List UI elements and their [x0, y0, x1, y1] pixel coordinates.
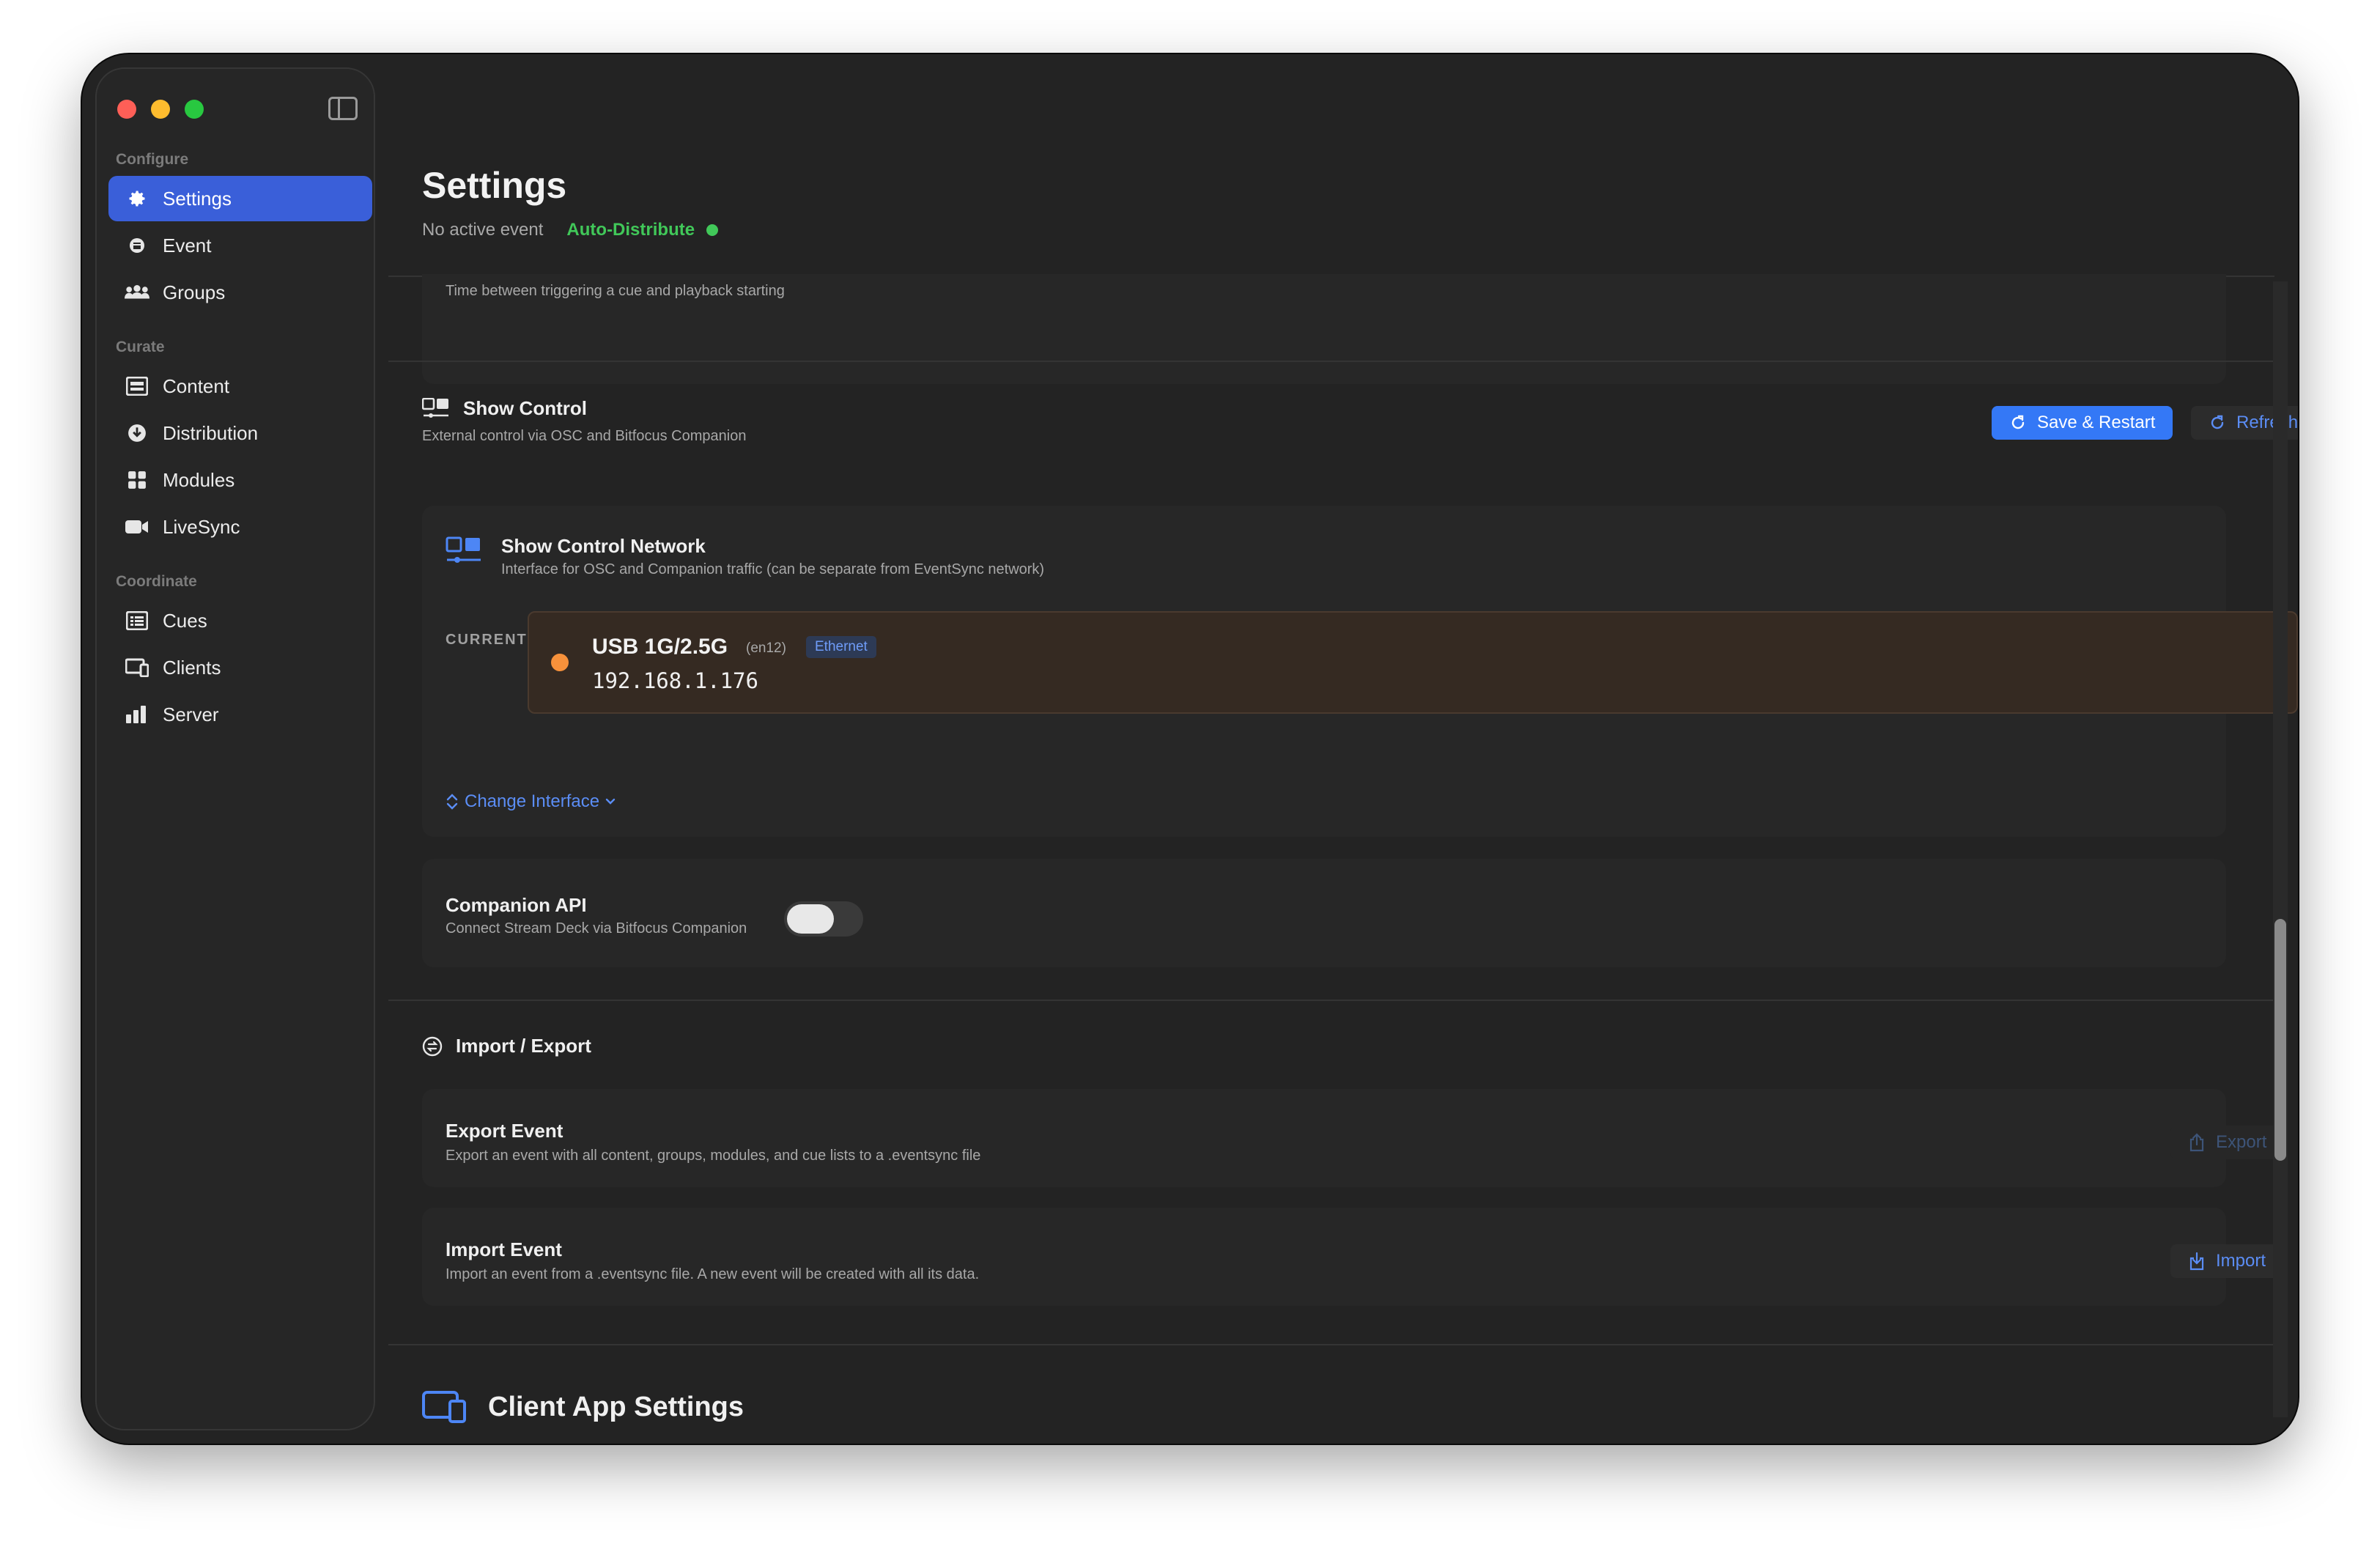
sidebar-item-label: Groups: [163, 281, 226, 303]
import-event-card: Import Event Import an event from a .eve…: [422, 1208, 2226, 1306]
network-panel-icon: [422, 397, 450, 420]
devices-icon: [422, 1391, 466, 1423]
refresh-label: Refresh: [2236, 413, 2298, 432]
sidebar-toggle-icon[interactable]: [328, 97, 358, 120]
current-interface-card: USB 1G/2.5G (en12) Ethernet 192.168.1.17…: [528, 611, 2298, 714]
page-subtitle: No active event Auto-Distribute: [422, 220, 719, 240]
sidebar-item-clients[interactable]: Clients: [108, 645, 372, 690]
bar-chart-icon: [125, 703, 149, 725]
interface-ip: 192.168.1.176: [592, 668, 758, 693]
change-interface-button[interactable]: Change Interface: [446, 791, 616, 812]
companion-api-card: Companion API Connect Stream Deck via Bi…: [422, 859, 2226, 967]
auto-distribute-status: Auto-Distribute: [566, 220, 695, 240]
scrollbar-track[interactable]: [2273, 281, 2288, 1417]
status-dot-icon: [706, 224, 719, 236]
zoom-window-button[interactable]: [185, 100, 204, 119]
sidebar-item-groups[interactable]: Groups: [108, 270, 372, 315]
save-restart-button[interactable]: Save & Restart: [1992, 406, 2173, 440]
sidebar-item-modules[interactable]: Modules: [108, 457, 372, 503]
interface-device: (en12): [746, 640, 786, 656]
sidebar-item-label: Clients: [163, 656, 221, 679]
scrollbar-thumb[interactable]: [2274, 919, 2286, 1161]
video-camera-icon: [125, 516, 149, 538]
arrows-circle-icon: [422, 1036, 443, 1057]
change-interface-label: Change Interface: [465, 791, 600, 811]
close-window-button[interactable]: [117, 100, 136, 119]
active-event-status: No active event: [422, 220, 544, 240]
calendar-icon: [125, 234, 149, 256]
sidebar-item-label: Content: [163, 374, 230, 397]
download-circle-icon: [125, 422, 149, 444]
interface-status-dot-icon: [551, 654, 569, 671]
show-control-heading: Show Control: [422, 397, 587, 420]
section-divider: [388, 1000, 2274, 1001]
gear-icon: [125, 188, 149, 210]
toggle-knob: [787, 904, 834, 934]
export-description: Export an event with all content, groups…: [446, 1148, 981, 1164]
sidebar-item-label: Cues: [163, 609, 207, 632]
sidebar-item-label: Distribution: [163, 421, 259, 444]
export-title: Export Event: [446, 1120, 563, 1142]
sidebar-section-curate: Curate: [116, 339, 165, 355]
sidebar-item-label: Settings: [163, 187, 232, 210]
section-divider: [388, 361, 2274, 362]
sidebar-item-livesync[interactable]: LiveSync: [108, 504, 372, 550]
restart-icon: [2009, 414, 2027, 432]
sidebar-item-distribution[interactable]: Distribution: [108, 410, 372, 456]
network-icon: [446, 535, 482, 571]
export-event-card: Export Event Export an event with all co…: [422, 1089, 2226, 1187]
client-app-heading: Client App Settings: [422, 1391, 744, 1423]
sidebar-item-cues[interactable]: Cues: [108, 598, 372, 643]
sidebar-item-server[interactable]: Server: [108, 692, 372, 737]
chevron-down-icon: [605, 798, 616, 805]
import-button[interactable]: Import: [2170, 1244, 2284, 1278]
sidebar: Configure Settings Event Groups Curate C: [95, 67, 375, 1430]
sidebar-section-coordinate: Coordinate: [116, 573, 197, 590]
import-label: Import: [2216, 1251, 2266, 1271]
import-icon: [2188, 1252, 2206, 1271]
main-content: Settings No active event Auto-Distribute…: [388, 54, 2298, 1444]
network-description: Interface for OSC and Companion traffic …: [501, 561, 1045, 577]
minimize-window-button[interactable]: [151, 100, 170, 119]
network-title: Show Control Network: [501, 535, 706, 557]
import-export-heading: Import / Export: [422, 1035, 591, 1057]
share-icon: [2188, 1133, 2206, 1152]
sidebar-item-label: Server: [163, 703, 219, 725]
interface-name: USB 1G/2.5G: [592, 635, 728, 659]
companion-api-toggle[interactable]: [784, 901, 863, 937]
sidebar-section-configure: Configure: [116, 151, 189, 168]
companion-title: Companion API: [446, 894, 587, 916]
list-icon: [125, 610, 149, 632]
interface-type-badge: Ethernet: [806, 636, 876, 658]
page-title: Settings: [422, 165, 567, 206]
window-controls: [117, 100, 204, 119]
devices-icon: [125, 657, 149, 679]
save-restart-label: Save & Restart: [2037, 413, 2156, 432]
sidebar-item-settings[interactable]: Settings: [108, 176, 372, 221]
sidebar-item-content[interactable]: Content: [108, 363, 372, 409]
import-export-title: Import / Export: [456, 1035, 591, 1057]
app-window: Configure Settings Event Groups Curate C: [82, 54, 2298, 1444]
grid-icon: [125, 469, 149, 491]
export-label: Export: [2216, 1132, 2267, 1152]
import-title: Import Event: [446, 1238, 562, 1260]
client-app-title: Client App Settings: [488, 1391, 744, 1422]
show-control-description: External control via OSC and Bitfocus Co…: [422, 428, 747, 444]
playback-delay-description: Time between triggering a cue and playba…: [446, 283, 785, 299]
companion-description: Connect Stream Deck via Bitfocus Compani…: [446, 920, 747, 937]
sidebar-item-label: Event: [163, 234, 212, 256]
chevron-up-down-icon: [446, 792, 459, 811]
sidebar-item-event[interactable]: Event: [108, 223, 372, 268]
refresh-icon: [2209, 414, 2226, 432]
sidebar-item-label: LiveSync: [163, 515, 240, 538]
export-button[interactable]: Export: [2170, 1126, 2285, 1159]
show-control-title: Show Control: [463, 397, 587, 419]
film-icon: [125, 375, 149, 397]
import-description: Import an event from a .eventsync file. …: [446, 1266, 980, 1282]
people-group-icon: [125, 281, 149, 303]
sidebar-item-label: Modules: [163, 468, 235, 491]
current-label: CURRENT: [446, 632, 528, 648]
section-divider: [388, 1344, 2274, 1345]
